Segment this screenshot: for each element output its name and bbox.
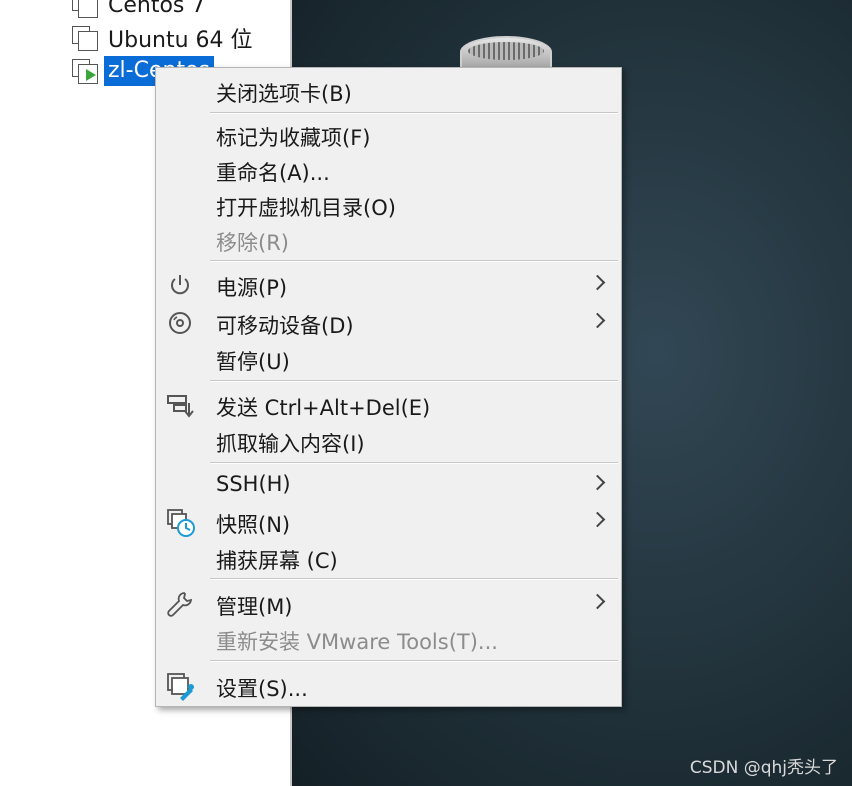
menu-item-label: 可移动设备(D)	[216, 314, 354, 338]
menu-item-settings[interactable]: 设置(S)...	[156, 669, 621, 703]
menu-item-label: 管理(M)	[216, 595, 293, 619]
menu-item-label: 打开虚拟机目录(O)	[216, 196, 396, 220]
context-menu: 关闭选项卡(B) 标记为收藏项(F) 重命名(A)... 打开虚拟机目录(O) …	[155, 67, 622, 707]
vm-icon	[70, 0, 100, 19]
menu-item-label: 捕获屏幕 (C)	[216, 549, 338, 573]
menu-item-manage[interactable]: 管理(M)	[156, 587, 621, 621]
menu-item-ssh[interactable]: SSH(H)	[156, 468, 621, 502]
menu-item-label: 暂停(U)	[216, 350, 290, 374]
tree-item-label: Centos 7	[108, 0, 206, 18]
menu-item-open-vm-dir[interactable]: 打开虚拟机目录(O)	[156, 188, 621, 222]
menu-item-label: 关闭选项卡(B)	[216, 82, 352, 106]
menu-item-label: 发送 Ctrl+Alt+Del(E)	[216, 396, 431, 420]
menu-item-label: 移除(R)	[216, 231, 289, 255]
wrench-icon	[166, 590, 194, 618]
chevron-right-icon	[589, 511, 606, 528]
menu-item-close-tab[interactable]: 关闭选项卡(B)	[156, 74, 621, 108]
menu-item-grab-input[interactable]: 抓取输入内容(I)	[156, 424, 621, 458]
chevron-right-icon	[589, 474, 606, 491]
menu-item-label: 重新安装 VMware Tools(T)...	[216, 630, 498, 654]
chevron-right-icon	[589, 274, 606, 291]
snapshot-clock-icon	[166, 508, 195, 537]
chevron-right-icon	[589, 312, 606, 329]
menu-separator	[210, 112, 618, 114]
menu-separator	[210, 260, 618, 262]
menu-item-label: 抓取输入内容(I)	[216, 432, 365, 456]
tree-item-ubuntu[interactable]: Ubuntu 64 位	[70, 23, 253, 53]
menu-separator	[210, 462, 618, 464]
keyboard-send-icon	[166, 391, 194, 419]
menu-separator	[210, 578, 618, 580]
menu-item-label: 快照(N)	[216, 513, 291, 537]
menu-item-mark-favorite[interactable]: 标记为收藏项(F)	[156, 118, 621, 152]
vm-running-icon	[70, 57, 100, 85]
menu-item-label: 设置(S)...	[216, 677, 308, 701]
menu-item-send-cad[interactable]: 发送 Ctrl+Alt+Del(E)	[156, 388, 621, 422]
menu-item-label: SSH(H)	[216, 472, 291, 496]
vm-icon	[70, 24, 100, 52]
menu-item-pause[interactable]: 暂停(U)	[156, 342, 621, 376]
disc-icon	[166, 309, 194, 337]
settings-vm-icon	[166, 672, 194, 701]
watermark: CSDN @qhj秃头了	[689, 758, 838, 778]
menu-item-power[interactable]: 电源(P)	[156, 268, 621, 302]
menu-item-snapshot[interactable]: 快照(N)	[156, 505, 621, 539]
power-icon	[166, 271, 194, 299]
menu-item-rename[interactable]: 重命名(A)...	[156, 153, 621, 187]
tree-item-centos7[interactable]: Centos 7	[70, 0, 205, 20]
menu-item-capture-screen[interactable]: 捕获屏幕 (C)	[156, 541, 621, 575]
menu-separator	[210, 380, 618, 382]
menu-item-removable-devices[interactable]: 可移动设备(D)	[156, 306, 621, 340]
menu-item-reinstall-tools: 重新安装 VMware Tools(T)...	[156, 622, 621, 656]
menu-separator	[210, 660, 618, 662]
tree-item-label: Ubuntu 64 位	[108, 28, 253, 53]
chevron-right-icon	[589, 593, 606, 610]
menu-item-remove: 移除(R)	[156, 223, 621, 257]
menu-item-label: 标记为收藏项(F)	[216, 126, 371, 150]
menu-item-label: 重命名(A)...	[216, 161, 330, 185]
menu-item-label: 电源(P)	[216, 276, 288, 300]
